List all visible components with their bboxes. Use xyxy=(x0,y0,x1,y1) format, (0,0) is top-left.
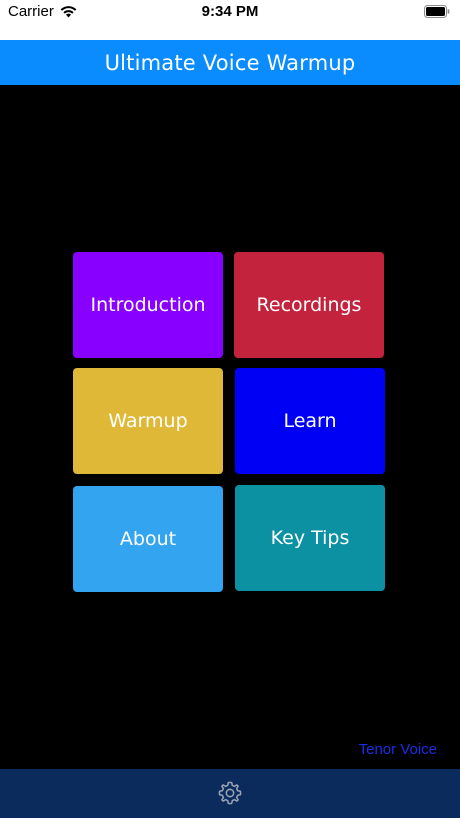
nav-bar: Ultimate Voice Warmup xyxy=(0,40,460,85)
learn-button[interactable]: Learn xyxy=(235,368,385,474)
recordings-button[interactable]: Recordings xyxy=(234,252,384,358)
gear-icon[interactable] xyxy=(217,780,243,806)
bottom-bar xyxy=(0,769,460,818)
introduction-button[interactable]: Introduction xyxy=(73,252,223,358)
tenor-voice-link[interactable]: Tenor Voice xyxy=(359,741,437,758)
about-label: About xyxy=(119,528,177,550)
warmup-button[interactable]: Warmup xyxy=(73,368,223,474)
about-button[interactable]: About xyxy=(73,486,223,592)
status-bar: Carrier 9:34 PM xyxy=(0,0,460,40)
battery-icon xyxy=(424,5,450,18)
warmup-label: Warmup xyxy=(108,410,188,432)
status-time: 9:34 PM xyxy=(201,3,259,20)
recordings-label: Recordings xyxy=(256,294,362,316)
key-tips-button[interactable]: Key Tips xyxy=(235,485,385,591)
key-tips-label: Key Tips xyxy=(270,527,350,549)
introduction-label: Introduction xyxy=(90,294,206,316)
page-title: Ultimate Voice Warmup xyxy=(104,50,356,75)
learn-label: Learn xyxy=(283,410,337,432)
